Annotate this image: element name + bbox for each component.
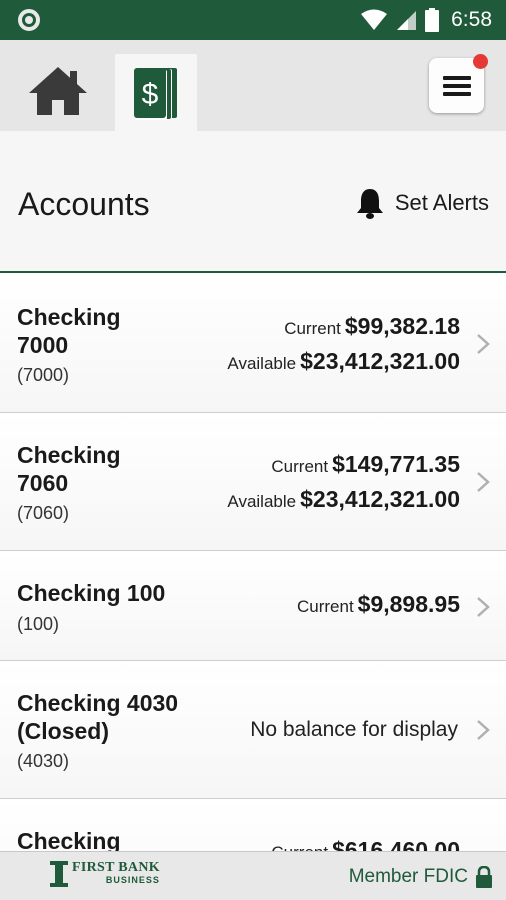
- current-amount: $149,771.35: [332, 451, 460, 477]
- account-row[interactable]: Checking Current $616,460.00: [0, 799, 506, 851]
- set-alerts-button[interactable]: Set Alerts: [355, 187, 489, 219]
- current-label: Current: [271, 843, 328, 851]
- current-balance: Current $616,460.00: [271, 837, 460, 851]
- account-row[interactable]: Checking 7060 (7060) Current $149,771.35…: [0, 413, 506, 551]
- account-name-line1: Checking 4030: [17, 690, 179, 716]
- account-name-line2: 7000: [17, 332, 69, 358]
- member-fdic-label: Member FDIC: [348, 866, 468, 887]
- available-balance: Available $23,412,321.00: [227, 348, 460, 375]
- set-alerts-label: Set Alerts: [394, 190, 489, 215]
- account-name: Checking 100: [17, 579, 165, 607]
- notification-badge: [473, 54, 488, 69]
- account-name-line2: (Closed): [17, 718, 109, 744]
- current-balance: Current $99,382.18: [284, 313, 460, 340]
- current-label: Current: [271, 457, 329, 476]
- bank-building-icon: [50, 861, 68, 887]
- account-name-line1: Checking 100: [17, 580, 166, 606]
- page-title: Accounts: [18, 186, 150, 222]
- logo-sub-text: BUSINESS: [105, 875, 160, 885]
- account-name-line1: Checking: [17, 304, 121, 330]
- svg-text:$: $: [142, 78, 159, 111]
- chevron-right-icon: [477, 334, 490, 354]
- current-amount: $616,460.00: [332, 837, 460, 851]
- current-balance: Current $149,771.35: [271, 451, 460, 478]
- available-amount: $23,412,321.00: [300, 348, 460, 374]
- account-row[interactable]: Checking 7000 (7000) Current $99,382.18 …: [0, 275, 506, 413]
- account-name: Checking: [17, 827, 121, 851]
- status-bar: 6:58: [0, 0, 506, 40]
- accounts-header: Accounts Set Alerts: [0, 131, 506, 273]
- menu-button[interactable]: [429, 54, 488, 113]
- chevron-right-icon: [477, 720, 490, 740]
- current-amount: $9,898.95: [357, 591, 460, 617]
- current-label: Current: [284, 319, 341, 338]
- bell-icon: [356, 189, 383, 219]
- dollar-bills-icon: $: [134, 67, 177, 120]
- account-number: (4030): [17, 751, 70, 771]
- logo-main-text: FIRST BANK: [72, 860, 160, 875]
- available-amount: $23,412,321.00: [300, 486, 460, 512]
- battery-icon: [425, 8, 440, 32]
- account-number: (7000): [17, 365, 70, 385]
- chevron-right-icon: [477, 597, 490, 617]
- available-label: Available: [227, 354, 297, 373]
- current-amount: $99,382.18: [344, 313, 460, 339]
- account-name: Checking 7000: [17, 303, 121, 359]
- accounts-list: Checking 7000 (7000) Current $99,382.18 …: [0, 275, 506, 851]
- account-name: Checking 7060: [17, 441, 121, 497]
- available-balance: Available $23,412,321.00: [227, 486, 460, 513]
- top-nav-bar: $: [0, 40, 506, 131]
- cell-signal-icon: [397, 11, 417, 30]
- status-time: 6:58: [451, 8, 492, 31]
- lock-icon: [476, 866, 492, 888]
- available-label: Available: [227, 492, 297, 511]
- tab-accounts[interactable]: $: [115, 54, 197, 131]
- account-number: (7060): [17, 503, 70, 523]
- member-fdic: Member FDIC: [349, 866, 492, 888]
- current-balance: Current $9,898.95: [297, 591, 460, 618]
- account-number: (100): [17, 614, 60, 634]
- account-row[interactable]: Checking 4030 (Closed) (4030) No balance…: [0, 661, 506, 799]
- account-name: Checking 4030 (Closed): [17, 689, 178, 745]
- footer: FIRST BANK BUSINESS Member FDIC: [0, 851, 506, 900]
- wifi-icon: [361, 9, 388, 30]
- account-name-line1: Checking: [17, 828, 121, 851]
- account-row[interactable]: Checking 100 (100) Current $9,898.95: [0, 551, 506, 661]
- notification-status-icon: [18, 9, 40, 31]
- account-name-line1: Checking: [17, 442, 121, 468]
- hamburger-menu-icon: [442, 75, 471, 96]
- no-balance-text: No balance for display: [250, 718, 458, 741]
- first-bank-logo: FIRST BANK BUSINESS: [50, 861, 160, 887]
- current-label: Current: [296, 597, 354, 616]
- home-icon: [29, 67, 87, 115]
- account-name-line2: 7060: [17, 470, 69, 496]
- chevron-right-icon: [477, 472, 490, 492]
- tab-home[interactable]: [18, 52, 98, 130]
